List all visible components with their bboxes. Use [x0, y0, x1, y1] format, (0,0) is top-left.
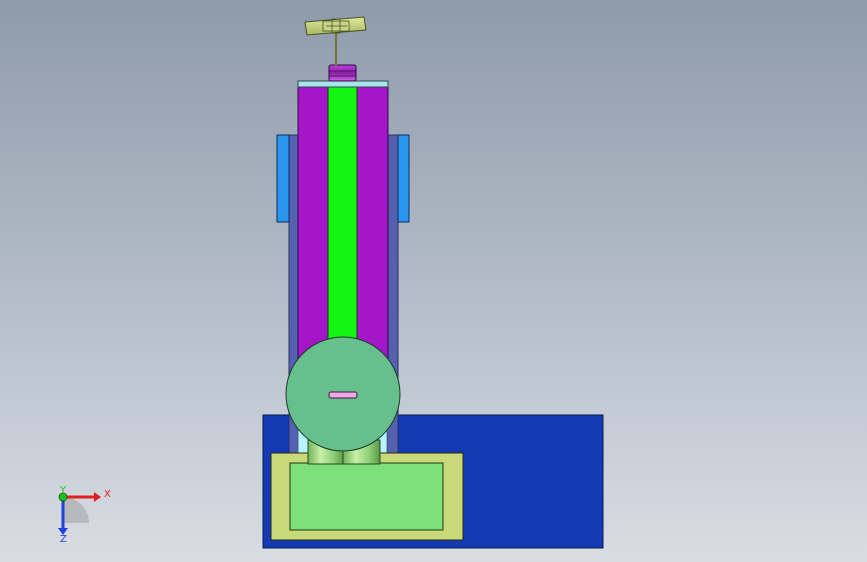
cap-hub — [328, 64, 357, 82]
cad-viewport[interactable]: X Y Z — [0, 0, 867, 562]
model-drawing: X Y Z — [58, 16, 604, 549]
axis-x-label: X — [104, 489, 111, 500]
disc-slot — [328, 391, 358, 399]
side-block-left — [276, 134, 290, 223]
axis-z-label: Z — [60, 534, 67, 545]
top-plate — [297, 80, 389, 88]
side-block-right — [397, 134, 410, 223]
axis-y-label: Y — [59, 485, 67, 496]
green-block — [289, 462, 444, 531]
axis-triad-icon[interactable]: X Y Z — [58, 485, 111, 545]
rotor-blade-icon — [304, 16, 367, 36]
